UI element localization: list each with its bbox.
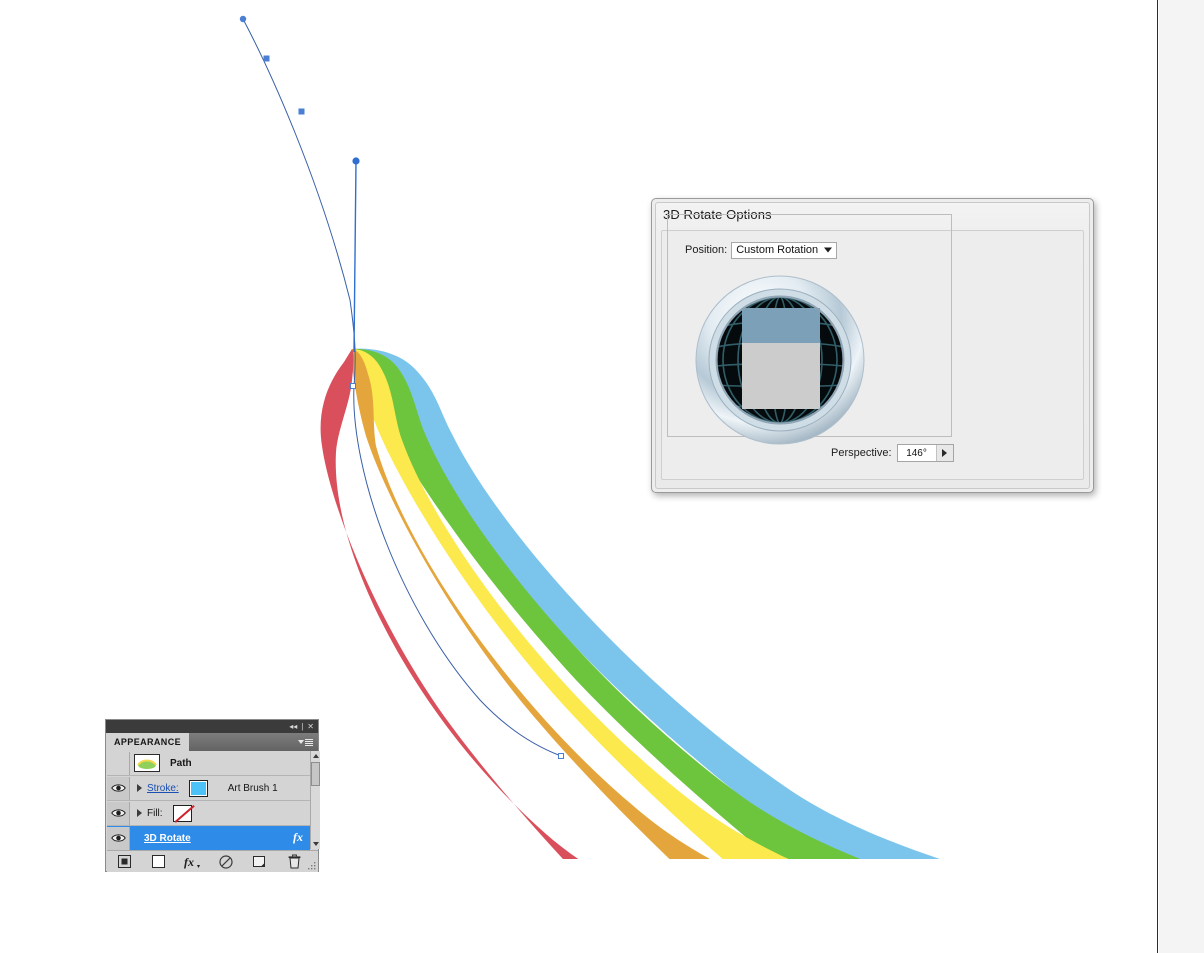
eye-icon bbox=[110, 834, 126, 842]
disclosure-triangle-stroke[interactable] bbox=[133, 784, 145, 792]
appearance-row-3d-rotate[interactable]: 3D Rotate fx bbox=[107, 826, 310, 850]
position-label: Position: bbox=[685, 244, 728, 256]
add-new-stroke-button[interactable] bbox=[107, 852, 141, 872]
position-legend: Position: Custom Rotation bbox=[682, 241, 841, 259]
tab-appearance[interactable]: APPEARANCE bbox=[106, 733, 190, 751]
position-dropdown-value: Custom Rotation bbox=[736, 244, 819, 256]
fill-none-swatch[interactable] bbox=[172, 804, 192, 822]
path-outline bbox=[242, 18, 562, 757]
perspective-input[interactable]: 146° bbox=[898, 445, 936, 461]
duplicate-icon bbox=[253, 855, 265, 867]
chevron-down-icon bbox=[824, 247, 833, 253]
fx-icon: fx bbox=[184, 855, 200, 869]
object-thumbnail bbox=[134, 754, 160, 772]
stroke-color-swatch[interactable] bbox=[188, 779, 208, 797]
3d-rotate-options-dialog[interactable]: 3D Rotate Options Position: Custom Rotat… bbox=[651, 198, 1094, 493]
add-new-fill-button[interactable] bbox=[141, 852, 175, 872]
eye-icon bbox=[110, 784, 126, 792]
stroke-brush-name: Art Brush 1 bbox=[227, 782, 278, 794]
appearance-row-label[interactable]: Stroke: bbox=[147, 783, 179, 794]
perspective-row[interactable]: Perspective: 146° bbox=[831, 444, 954, 462]
outline-square-icon bbox=[151, 855, 165, 868]
panel-titlebar: ◂◂ | ✕ bbox=[106, 720, 318, 733]
filled-square-icon bbox=[117, 855, 131, 868]
appearance-row-stroke[interactable]: Stroke: Art Brush 1 bbox=[107, 776, 310, 801]
delete-selected-item-button[interactable] bbox=[277, 852, 311, 872]
no-symbol-icon bbox=[219, 854, 233, 869]
appearance-item-list[interactable]: Path Stroke: Art Brush 1 Fill: 3D Rotate… bbox=[107, 751, 310, 850]
trackball-preview-plane bbox=[742, 308, 820, 409]
appearance-panel[interactable]: ◂◂ | ✕ APPEARANCE Path Stroke: Art Brush… bbox=[105, 719, 320, 872]
scrollbar-thumb[interactable] bbox=[311, 762, 320, 786]
perspective-label: Perspective: bbox=[831, 447, 892, 459]
play-triangle-icon bbox=[942, 449, 948, 457]
eye-icon bbox=[110, 809, 126, 817]
visibility-cell-empty bbox=[107, 751, 130, 775]
position-dropdown[interactable]: Custom Rotation bbox=[731, 241, 838, 259]
path-thumbnail-icon bbox=[137, 759, 157, 769]
rotation-trackball[interactable] bbox=[695, 275, 865, 445]
appearance-row-label: Path bbox=[170, 757, 192, 769]
appearance-list-scrollbar[interactable] bbox=[310, 751, 320, 849]
perspective-stepper-button[interactable] bbox=[935, 445, 953, 461]
tabstrip-filler bbox=[189, 733, 318, 751]
path-anchor-points[interactable] bbox=[239, 15, 564, 759]
panel-menu-icon[interactable] bbox=[298, 738, 313, 746]
resize-grip-icon[interactable] bbox=[308, 862, 316, 870]
visibility-toggle-fill[interactable] bbox=[107, 801, 130, 825]
appearance-panel-footer: fx bbox=[107, 850, 318, 872]
appearance-row-fill[interactable]: Fill: bbox=[107, 801, 310, 826]
appearance-row-path[interactable]: Path bbox=[107, 751, 310, 776]
duplicate-selected-item-button[interactable] bbox=[243, 852, 277, 872]
panel-tabstrip: APPEARANCE bbox=[106, 733, 318, 751]
titlebar-separator: | bbox=[301, 721, 304, 731]
svg-text:fx: fx bbox=[184, 855, 194, 869]
clear-appearance-button[interactable] bbox=[209, 852, 243, 872]
scroll-down-arrow[interactable] bbox=[311, 839, 320, 849]
add-new-effect-button[interactable]: fx bbox=[175, 852, 209, 872]
collapse-panel-icon[interactable]: ◂◂ bbox=[289, 722, 297, 731]
disclosure-triangle-fill[interactable] bbox=[133, 809, 145, 817]
trash-icon bbox=[288, 854, 300, 869]
appearance-row-label[interactable]: 3D Rotate bbox=[144, 833, 191, 844]
fx-icon[interactable]: fx bbox=[293, 830, 303, 845]
perspective-field[interactable]: 146° bbox=[896, 444, 954, 462]
close-icon[interactable]: ✕ bbox=[307, 722, 314, 731]
visibility-toggle-stroke[interactable] bbox=[107, 776, 130, 800]
scroll-up-arrow[interactable] bbox=[311, 751, 320, 761]
visibility-toggle-3d-rotate[interactable] bbox=[107, 826, 130, 850]
appearance-row-label[interactable]: Fill: bbox=[147, 808, 163, 819]
